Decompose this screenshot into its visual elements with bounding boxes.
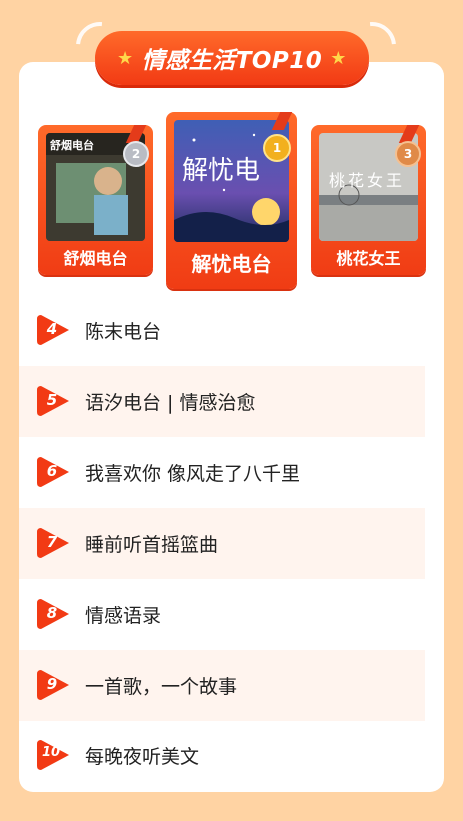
list-item[interactable]: 9 一首歌，一个故事 (19, 650, 425, 721)
list-item-title: 情感语录 (85, 605, 162, 627)
rank-number: 9 (46, 675, 58, 693)
list-item-title: 语汐电台 | 情感治愈 (85, 392, 256, 414)
list-item-title: 陈末电台 (85, 321, 162, 343)
medal-icon: 3 (395, 141, 421, 167)
rank-badge: 6 (37, 455, 71, 489)
page-title: 情感生活TOP10 (141, 48, 323, 74)
rank-badge: 5 (37, 384, 71, 418)
top-item-name: 桃花女王 (336, 249, 401, 268)
cover-label: 桃花女王 (329, 171, 406, 190)
rank-number: 5 (46, 391, 58, 409)
ribbon (271, 112, 293, 130)
rank-number: 10 (41, 745, 61, 760)
top-item-2[interactable]: 舒烟电台 2 舒烟电台 (38, 125, 153, 275)
top-item-1[interactable]: 解忧电 1 解忧电台 (166, 112, 297, 289)
star-icon: ★ (330, 47, 347, 69)
list-item-title: 一首歌，一个故事 (85, 676, 238, 698)
rank-badge: 10 (37, 738, 71, 772)
cover-label: 解忧电 (182, 156, 261, 186)
list-item[interactable]: 6 我喜欢你 像风走了八千里 (19, 437, 425, 508)
rank-number: 6 (46, 462, 58, 480)
star-icon: ★ (117, 47, 134, 69)
cover-label: 舒烟电台 (50, 139, 94, 152)
top-item-name: 舒烟电台 (63, 249, 128, 268)
rank-number: 7 (46, 533, 58, 551)
rank-badge: 9 (37, 668, 71, 702)
top-item-name: 解忧电台 (191, 252, 272, 276)
list-item-title: 每晚夜听美文 (85, 746, 200, 768)
rank-number: 4 (46, 320, 58, 338)
rank-badge: 8 (37, 597, 71, 631)
medal-icon: 1 (263, 134, 291, 162)
list-item[interactable]: 8 情感语录 (19, 579, 425, 650)
list-item[interactable]: 4 陈末电台 (19, 295, 425, 366)
rank-number: 8 (46, 604, 58, 622)
rank-badge: 4 (37, 313, 71, 347)
medal-icon: 2 (123, 141, 149, 167)
list-item[interactable]: 5 语汐电台 | 情感治愈 (19, 366, 425, 437)
list-item-title: 我喜欢你 像风走了八千里 (85, 463, 301, 485)
title-banner: ★ 情感生活TOP10 ★ (95, 31, 369, 85)
list-item-title: 睡前听首摇篮曲 (85, 534, 219, 556)
top-item-3[interactable]: 桃花女王 3 桃花女王 (311, 125, 426, 275)
list-item[interactable]: 7 睡前听首摇篮曲 (19, 508, 425, 579)
rank-badge: 7 (37, 526, 71, 560)
list-item[interactable]: 10 每晚夜听美文 (19, 720, 425, 791)
